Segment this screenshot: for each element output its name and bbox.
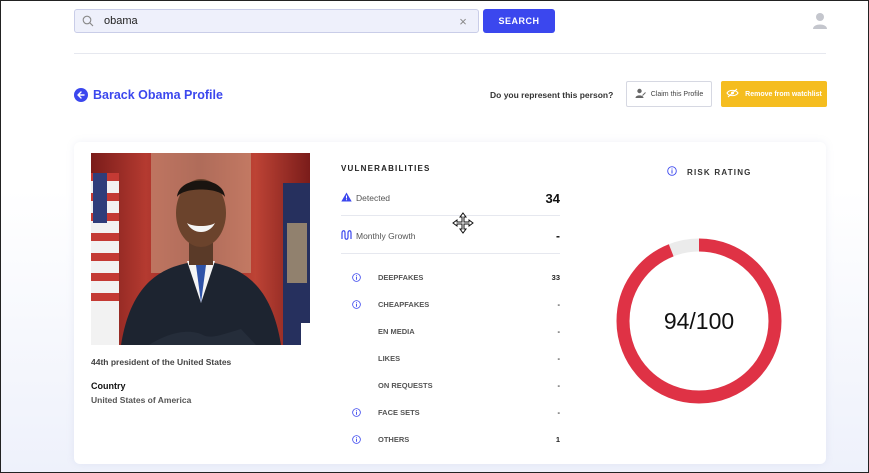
risk-rating-title: RISK RATING	[687, 167, 752, 177]
category-row: FACE SETS -	[352, 406, 560, 418]
category-count: -	[557, 380, 561, 390]
category-count: -	[557, 326, 561, 336]
info-icon[interactable]	[667, 166, 677, 178]
detected-row: Detected 34	[341, 189, 560, 207]
info-icon[interactable]	[352, 299, 362, 309]
category-name: FACE SETS	[378, 407, 420, 417]
category-name: LIKES	[378, 353, 401, 363]
info-icon[interactable]	[352, 434, 362, 444]
category-count: -	[557, 353, 561, 363]
search-icon	[82, 15, 100, 27]
country-value: United States of America	[91, 395, 192, 405]
category-count: 1	[555, 434, 560, 444]
header-divider	[74, 53, 826, 54]
category-count: -	[557, 299, 561, 309]
warning-icon	[341, 189, 352, 207]
profile-card: 44th president of the United States Coun…	[74, 142, 826, 464]
category-name: OTHERS	[378, 434, 410, 444]
profile-header: Barack Obama Profile	[74, 85, 223, 105]
country-label: Country	[91, 381, 126, 391]
info-icon[interactable]	[352, 272, 362, 282]
user-avatar-icon[interactable]	[812, 12, 828, 30]
clear-icon[interactable]: ×	[454, 14, 472, 29]
category-row: OTHERS 1	[352, 433, 560, 445]
category-name: CHEAPFAKES	[378, 299, 430, 309]
row-divider	[341, 215, 560, 216]
category-name: EN MEDIA	[378, 326, 415, 336]
search-box[interactable]: ×	[74, 9, 479, 33]
risk-score: 94/100	[663, 307, 735, 334]
category-name: ON REQUESTS	[378, 380, 433, 390]
category-row: LIKES -	[352, 352, 560, 364]
category-row: CHEAPFAKES -	[352, 298, 560, 310]
profile-photo	[91, 153, 310, 345]
remove-watchlist-label: Remove from watchlist	[745, 90, 822, 98]
back-arrow-icon[interactable]	[74, 88, 88, 102]
info-icon[interactable]	[352, 407, 362, 417]
move-cursor-icon	[452, 212, 474, 234]
claim-profile-label: Claim this Profile	[650, 90, 704, 98]
vulnerabilities-title: VULNERABILITIES	[341, 164, 431, 173]
risk-rating-header: RISK RATING	[667, 166, 752, 178]
user-edit-icon	[635, 88, 646, 101]
monthly-growth-row: Monthly Growth -	[341, 227, 560, 245]
detected-value: 34	[545, 190, 560, 206]
category-count: -	[557, 407, 561, 417]
category-count: 33	[551, 272, 560, 282]
category-name: DEEPFAKES	[378, 272, 424, 282]
search-input[interactable]	[100, 14, 454, 28]
monthly-growth-value: -	[556, 229, 560, 243]
page-title: Barack Obama Profile	[93, 88, 223, 102]
search-button[interactable]: SEARCH	[483, 9, 555, 33]
detected-label: Detected	[356, 193, 391, 203]
category-row: ON REQUESTS -	[352, 379, 560, 391]
category-row: DEEPFAKES 33	[352, 271, 560, 283]
row-divider	[341, 253, 560, 254]
eye-off-icon	[726, 88, 739, 100]
claim-profile-button[interactable]: Claim this Profile	[626, 81, 712, 107]
category-row: EN MEDIA -	[352, 325, 560, 337]
top-bar: × SEARCH	[1, 1, 869, 53]
represent-question: Do you represent this person?	[490, 90, 614, 100]
profile-bio: 44th president of the United States	[91, 357, 232, 367]
growth-wave-icon	[341, 227, 352, 245]
remove-watchlist-button[interactable]: Remove from watchlist	[721, 81, 827, 107]
